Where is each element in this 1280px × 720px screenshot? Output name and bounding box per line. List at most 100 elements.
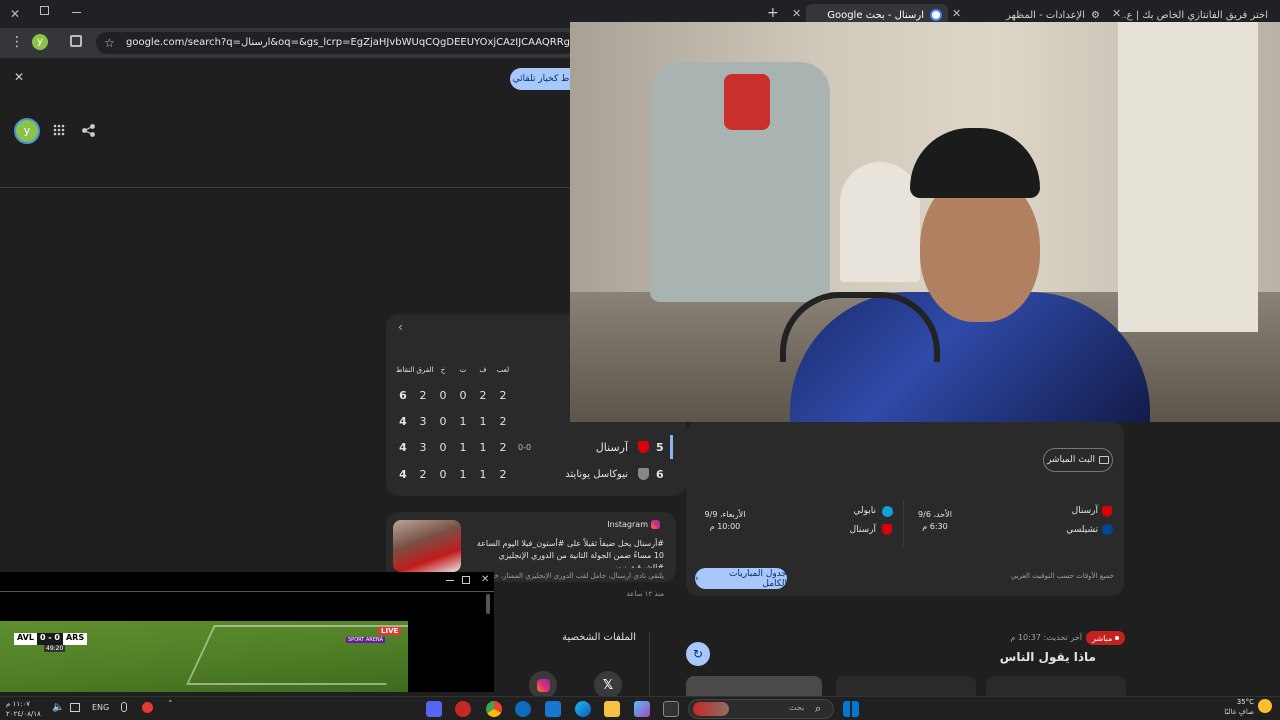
mini-player-divider (0, 591, 494, 592)
instagram-age: منذ ١٢ ساعة (626, 590, 664, 598)
live-dot-icon (1115, 636, 1120, 640)
date-time[interactable]: ١١:٠٧ م ٢٠٢٤/٠٨/١٨ (6, 699, 46, 719)
address-bar[interactable]: ☆ google.com/search?q=ارسنال&oq=&gs_lcrp… (96, 32, 576, 54)
store-icon[interactable] (545, 701, 561, 717)
minimize-icon[interactable] (446, 580, 454, 581)
chevron-up-icon[interactable]: ˄ (168, 700, 173, 710)
speaker-icon[interactable]: 🔈 (52, 702, 64, 713)
mini-player-scrollbar[interactable] (486, 594, 490, 614)
maximize-icon[interactable] (462, 576, 470, 584)
new-tab-button[interactable]: + (767, 5, 779, 21)
d-cell: 1 (459, 414, 467, 428)
timezone-note: جميع الأوقات حسب التوقيت العربي (1010, 572, 1114, 580)
current-row-marker (670, 435, 673, 459)
minimize-icon[interactable] (72, 12, 81, 13)
news-thumbnail[interactable] (686, 676, 822, 696)
header-w: ف (479, 366, 487, 374)
close-tab-icon[interactable]: ✕ (792, 7, 801, 20)
arsenal-crest-icon (882, 524, 892, 535)
banner-text: ط كخيار تلقائي (512, 74, 570, 84)
d-cell: 1 (459, 440, 467, 454)
edge-dev-icon[interactable] (515, 701, 531, 717)
header-l: خ (440, 366, 446, 374)
fixture-day: الأربعاء، 9/9 (704, 510, 746, 519)
arsenal-crest-icon (638, 441, 649, 453)
live-badge: مباشر (1086, 631, 1126, 645)
recorder-app-icon[interactable] (455, 701, 471, 717)
scoreboard: AVL 0 - 0 ARS (14, 633, 88, 645)
search-widget-icon (693, 702, 729, 716)
chrome-icon[interactable] (486, 701, 502, 717)
instagram-profile-link[interactable] (529, 671, 557, 699)
gd-cell: 3 (419, 440, 427, 454)
table-row-arsenal[interactable]: 4 3 0 1 1 2 0-0 آرسنال 5 (396, 435, 676, 459)
fixture-item[interactable]: الأربعاء، 9/9 10:00 م (700, 500, 760, 544)
chevron-left-icon[interactable]: ‹ (398, 320, 403, 334)
pts-cell: 6 (399, 388, 407, 402)
refresh-button[interactable]: ↻ (686, 642, 710, 666)
w-cell: 1 (479, 467, 487, 481)
close-icon[interactable]: ✕ (481, 574, 489, 585)
profiles-divider (649, 632, 650, 696)
live-indicator: LIVE (378, 627, 402, 635)
away-team-code: ARS (62, 633, 88, 645)
header-p: لعب (496, 366, 510, 374)
full-schedule-label: جدول المباريات الكامل (728, 568, 787, 589)
live-stream-button[interactable]: البث المباشر (1043, 448, 1113, 472)
photos-icon[interactable] (634, 701, 650, 717)
fixture-item[interactable]: نابولي آرسنال (800, 500, 900, 544)
tab-label: اختر فريق الفانتازي الخاص بك | ع... (1122, 9, 1268, 21)
fixture-home-team: آرسنال (1071, 506, 1098, 516)
weather-temp: 35°C (1236, 698, 1254, 706)
rank-cell: 5 (656, 440, 664, 454)
team-name[interactable]: نيوكاسل يونايتد (546, 469, 628, 480)
star-icon[interactable]: ☆ (104, 32, 115, 54)
pts-cell: 4 (399, 414, 407, 428)
fixture-time: 10:00 م (709, 522, 741, 531)
close-tab-icon[interactable]: ✕ (1112, 7, 1121, 20)
extensions-icon[interactable] (70, 35, 82, 47)
terminal-icon[interactable] (663, 701, 679, 717)
close-window-icon[interactable]: ✕ (10, 7, 20, 21)
close-icon[interactable]: ✕ (14, 70, 24, 84)
full-schedule-button[interactable]: جدول المباريات الكامل ‹ (695, 568, 787, 589)
edge-icon[interactable] (575, 701, 591, 717)
fixture-item[interactable]: الأحد، 9/6 6:30 م آرسنال تشيلسي (910, 500, 1120, 544)
w-cell: 1 (479, 414, 487, 428)
match-clock: 49:20 (44, 645, 66, 652)
windows-start-icon[interactable] (843, 701, 859, 717)
account-avatar[interactable]: y (14, 118, 40, 144)
weather-widget[interactable]: 35°C صافٍ غالبًا (1210, 698, 1276, 718)
close-tab-icon[interactable]: ✕ (952, 7, 961, 20)
network-icon[interactable] (70, 703, 80, 712)
google-favicon-icon (930, 9, 942, 21)
taskbar-search[interactable]: بحث ⌕ (688, 699, 834, 719)
instagram-source: Instagram (560, 520, 660, 529)
profile-avatar[interactable]: y (32, 34, 48, 50)
header-d: ت (459, 366, 467, 374)
language-indicator[interactable]: ENG (92, 703, 109, 712)
team-name[interactable]: آرسنال (572, 441, 628, 454)
discord-icon[interactable] (426, 701, 442, 717)
news-card[interactable] (836, 676, 976, 696)
apps-grid-icon[interactable] (53, 124, 65, 136)
clock-date: ٢٠٢٤/٠٨/١٨ (6, 710, 41, 718)
tray-app-icon[interactable] (142, 702, 153, 713)
news-card[interactable] (986, 676, 1126, 696)
weather-desc: صافٍ غالبًا (1224, 708, 1254, 716)
file-explorer-icon[interactable] (604, 701, 620, 717)
live-score-badge: 0-0 (518, 442, 532, 452)
share-icon[interactable] (82, 124, 95, 137)
gd-cell: 2 (419, 467, 427, 481)
fixture-time: 6:30 م (922, 522, 948, 531)
l-cell: 0 (439, 440, 447, 454)
x-profile-link[interactable]: 𝕏 (594, 671, 622, 699)
fixture-home-team: نابولي (853, 506, 876, 516)
default-browser-banner[interactable]: ط كخيار تلقائي (510, 68, 572, 90)
restore-icon[interactable] (40, 6, 49, 15)
tv-icon (1099, 456, 1110, 464)
table-row[interactable]: 4 2 0 1 1 2 نيوكاسل يونايتد 6 (396, 462, 676, 486)
menu-dots-icon[interactable]: ⋮ (10, 34, 24, 50)
match-video[interactable]: AVL 0 - 0 ARS 49:20 LIVE SPORT ARENA (0, 621, 408, 692)
microphone-icon[interactable] (121, 702, 127, 712)
